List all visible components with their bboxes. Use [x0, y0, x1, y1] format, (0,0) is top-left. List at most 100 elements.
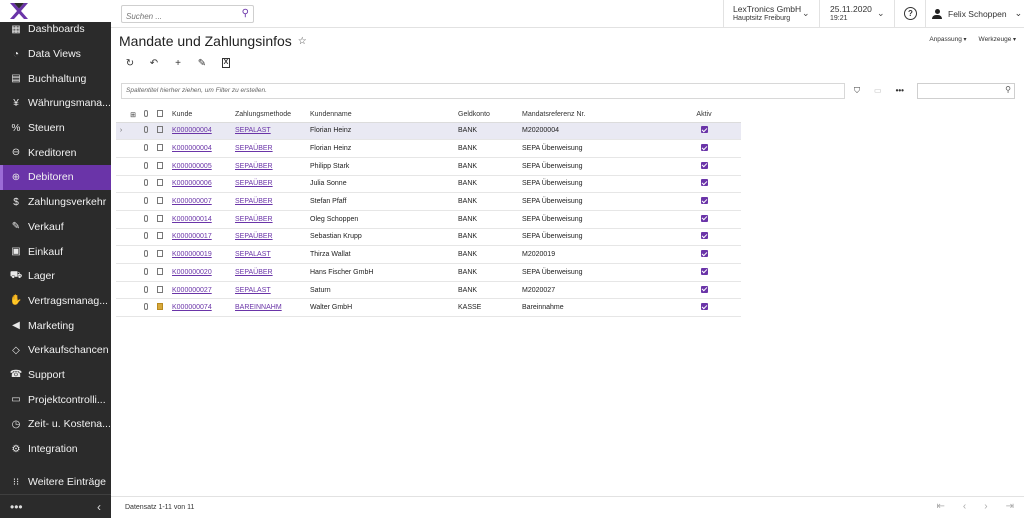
table-row[interactable]: › K000000004 SEPALAST Florian Heinz BANK M202… — [116, 122, 741, 141]
active-checkbox[interactable] — [700, 267, 708, 275]
sidebar-item-zahlungsverkehr[interactable]: $ Zahlungsverkehr — [0, 190, 111, 215]
user-menu[interactable]: Felix Schoppen ⌄ — [932, 8, 1022, 19]
sidebar-item-marketing[interactable]: ◀ Marketing — [0, 313, 111, 338]
note-icon[interactable] — [152, 139, 168, 158]
customer-link[interactable]: K000000004 — [172, 145, 212, 152]
attachment-icon[interactable] — [140, 263, 152, 282]
row-selector-icon[interactable]: › — [116, 122, 126, 141]
row-selector-icon[interactable] — [116, 210, 126, 229]
customer-link[interactable]: K000000007 — [172, 198, 212, 205]
column-header-kundenname[interactable]: Kundenname — [306, 108, 454, 123]
sidebar-item-kreditoren[interactable]: ⊖ Kreditoren — [0, 140, 111, 165]
business-date-selector[interactable]: 25.11.2020 19:21 — [830, 4, 872, 24]
favorite-star-icon[interactable]: ☆ — [298, 36, 307, 47]
column-header-geldkonto[interactable]: Geldkonto — [454, 108, 518, 123]
payment-method-link[interactable]: SEPAÜBER — [235, 233, 273, 240]
note-icon[interactable] — [152, 210, 168, 229]
row-selector-icon[interactable] — [116, 263, 126, 282]
add-button[interactable]: + — [169, 56, 187, 70]
payment-method-link[interactable]: SEPAÜBER — [235, 180, 273, 187]
sidebar-item-integration[interactable]: ⚙ Integration — [0, 437, 111, 462]
table-row[interactable]: K000000017 SEPAÜBER Sebastian Krupp BANK SEP… — [116, 228, 741, 247]
help-icon[interactable]: ? — [904, 7, 917, 20]
table-row[interactable]: K000000020 SEPAÜBER Hans Fischer GmbH BANK S… — [116, 263, 741, 282]
customer-link[interactable]: K000000014 — [172, 216, 212, 223]
active-checkbox[interactable] — [700, 126, 708, 134]
row-selector-icon[interactable] — [116, 298, 126, 318]
active-checkbox[interactable] — [700, 197, 708, 205]
table-row[interactable]: K000000014 SEPAÜBER Oleg Schoppen BANK SEPA … — [116, 210, 741, 229]
save-filter-icon[interactable]: ▭ — [874, 86, 882, 96]
note-icon[interactable] — [152, 122, 168, 141]
payment-method-link[interactable]: SEPALAST — [235, 287, 271, 294]
customer-link[interactable]: K000000074 — [172, 304, 212, 311]
company-selector[interactable]: LexTronics GmbH Hauptsitz Freiburg — [733, 4, 801, 24]
chevron-down-icon[interactable]: ⌄ — [802, 8, 810, 19]
row-selector-icon[interactable] — [116, 175, 126, 194]
sidebar-item-projektcontrolli[interactable]: ▭ Projektcontrolli... — [0, 387, 111, 412]
first-page-icon[interactable]: ⇤ — [937, 501, 945, 512]
active-checkbox[interactable] — [700, 232, 708, 240]
column-settings-icon[interactable]: ⊞ — [126, 108, 140, 123]
sidebar-item-währungsmana[interactable]: ¥ Währungsmana... — [0, 91, 111, 116]
attachment-icon[interactable] — [140, 228, 152, 247]
table-row[interactable]: K000000027 SEPALAST Saturn BANK M2020027 — [116, 281, 741, 300]
row-selector-icon[interactable] — [116, 281, 126, 300]
collapse-sidebar-icon[interactable]: ‹ — [97, 500, 101, 514]
customer-link[interactable]: K000000005 — [172, 163, 212, 170]
active-checkbox[interactable] — [700, 144, 708, 152]
customer-link[interactable]: K000000017 — [172, 233, 212, 240]
edit-button[interactable]: ✎ — [193, 56, 211, 70]
payment-method-link[interactable]: SEPALAST — [235, 251, 271, 258]
filter-icon[interactable]: ⛉ — [854, 86, 860, 96]
table-row[interactable]: K000000004 SEPAÜBER Florian Heinz BANK SEPA … — [116, 139, 741, 158]
payment-method-link[interactable]: SEPAÜBER — [235, 216, 273, 223]
chevron-down-icon[interactable]: ⌄ — [877, 8, 885, 19]
note-icon[interactable] — [152, 281, 168, 300]
attachment-icon[interactable] — [140, 192, 152, 211]
note-icon[interactable] — [152, 175, 168, 194]
sidebar-item-verkaufschancen[interactable]: ◇ Verkaufschancen — [0, 338, 111, 363]
active-checkbox[interactable] — [700, 285, 708, 293]
payment-method-link[interactable]: SEPAÜBER — [235, 269, 273, 276]
row-selector-icon[interactable] — [116, 228, 126, 247]
active-checkbox[interactable] — [700, 161, 708, 169]
column-header-zahlungsmethode[interactable]: Zahlungsmethode — [231, 108, 306, 123]
note-icon[interactable] — [152, 192, 168, 211]
customer-link[interactable]: K000000006 — [172, 180, 212, 187]
sidebar-item-vertragsmanag[interactable]: ✋ Vertragsmanag... — [0, 289, 111, 314]
tools-menu[interactable]: Werkzeuge — [979, 36, 1016, 43]
prev-page-icon[interactable]: ‹ — [963, 501, 966, 512]
note-icon[interactable] — [152, 157, 168, 176]
sidebar-item-dashboards[interactable]: ▦ Dashboards — [0, 17, 111, 42]
sidebar-item-lager[interactable]: ⛟ Lager — [0, 264, 111, 289]
attachment-icon[interactable] — [140, 157, 152, 176]
table-row[interactable]: K000000005 SEPAÜBER Philipp Stark BANK SEPA … — [116, 157, 741, 176]
sidebar-item-buchhaltung[interactable]: ▤ Buchhaltung — [0, 66, 111, 91]
row-selector-icon[interactable] — [116, 245, 126, 264]
sidebar-item-data-views[interactable]: ◔ Data Views — [0, 42, 111, 67]
note-icon[interactable] — [152, 228, 168, 247]
grid-search-field[interactable]: ⚲ — [917, 83, 1015, 99]
attachment-icon[interactable] — [140, 298, 152, 318]
column-header-aktiv[interactable]: Aktiv — [667, 108, 741, 123]
refresh-button[interactable]: ↻ — [121, 56, 139, 70]
customer-link[interactable]: K000000004 — [172, 127, 212, 134]
attachment-icon[interactable] — [140, 245, 152, 264]
column-header-kunde[interactable]: Kunde — [168, 108, 231, 123]
more-icon[interactable]: ••• — [896, 86, 904, 96]
customize-menu[interactable]: Anpassung — [929, 36, 966, 43]
payment-method-link[interactable]: SEPAÜBER — [235, 198, 273, 205]
last-page-icon[interactable]: ⇥ — [1006, 501, 1014, 512]
row-selector-icon[interactable] — [116, 192, 126, 211]
table-row[interactable]: K000000074 BAREINNAHM Walter GmbH KASSE Bare… — [116, 298, 741, 318]
sidebar-item-support[interactable]: ☎ Support — [0, 363, 111, 388]
active-checkbox[interactable] — [700, 250, 708, 258]
customer-link[interactable]: K000000019 — [172, 251, 212, 258]
table-row[interactable]: K000000007 SEPAÜBER Stefan Pfaff BANK SEPA Ü… — [116, 192, 741, 211]
payment-method-link[interactable]: SEPAÜBER — [235, 145, 273, 152]
customer-link[interactable]: K000000020 — [172, 269, 212, 276]
sidebar-item-more[interactable]: ⁝⁝ Weitere Einträge — [0, 470, 111, 495]
table-row[interactable]: K000000019 SEPALAST Thirza Wallat BANK M2020… — [116, 245, 741, 264]
note-icon[interactable] — [152, 298, 168, 318]
